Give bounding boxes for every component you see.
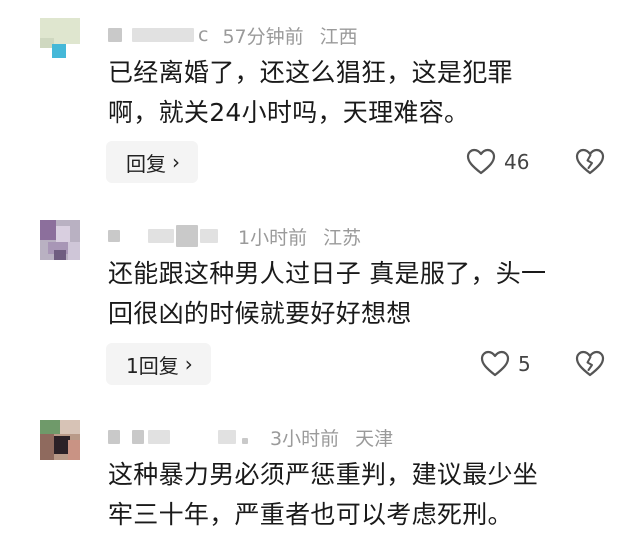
chevron-right-icon: › — [184, 352, 193, 376]
comment-time: 3小时前 — [270, 427, 340, 450]
username-blur — [132, 430, 144, 444]
username-blur — [148, 430, 170, 444]
comment-location: 江苏 — [323, 226, 362, 249]
username-blur — [176, 225, 198, 247]
like-button[interactable]: 46 — [466, 148, 529, 176]
like-count: 5 — [518, 352, 531, 376]
heart-outline-icon — [466, 148, 496, 175]
comment-meta: c 57分钟前 江西 — [108, 21, 358, 49]
reply-label: 回复 — [126, 151, 166, 176]
comment-text: 这种暴力男必须严惩重判，建议最少坐 牢三十年，严重者也可以考虑死刑。 — [108, 455, 618, 535]
comment-location: 江西 — [319, 25, 358, 48]
username-blur — [242, 438, 248, 444]
comment-text-line: 这种暴力男必须严惩重判，建议最少坐 — [108, 460, 539, 489]
heart-outline-icon — [480, 350, 510, 377]
comment-text-line: 回很凶的时候就要好好想想 — [108, 299, 412, 328]
username-blur — [132, 28, 194, 42]
username-blur — [108, 430, 120, 444]
comment-time: 1小时前 — [238, 226, 308, 249]
dislike-button[interactable] — [575, 350, 605, 382]
username-suffix: c — [198, 24, 209, 46]
comment-item: 3小时前 天津 这种暴力男必须严惩重判，建议最少坐 牢三十年，严重者也可以考虑死… — [0, 400, 640, 536]
broken-heart-icon — [575, 350, 605, 377]
avatar[interactable] — [40, 18, 80, 58]
comment-location: 天津 — [355, 427, 394, 450]
broken-heart-icon — [575, 148, 605, 175]
chevron-right-icon: › — [172, 150, 180, 174]
comment-text-line: 已经离婚了，还这么猖狂，这是犯罪 — [108, 58, 513, 87]
comment-text-line: 啊，就关24小时吗，天理难容。 — [108, 98, 470, 127]
username-blur — [148, 229, 174, 243]
username-blur — [108, 28, 122, 42]
comment-meta: 1小时前 江苏 — [108, 222, 361, 250]
reply-label: 1回复 — [126, 353, 179, 378]
reply-button[interactable]: 1回复 › — [106, 343, 211, 385]
comment-meta: 3小时前 天津 — [108, 423, 393, 451]
username-blur — [200, 229, 218, 243]
comment-item: c 57分钟前 江西 已经离婚了，还这么猖狂，这是犯罪 啊，就关24小时吗，天理… — [0, 0, 640, 200]
username-blur — [218, 430, 236, 444]
comment-text: 已经离婚了，还这么猖狂，这是犯罪 啊，就关24小时吗，天理难容。 — [108, 53, 618, 133]
comment-text-line: 牢三十年，严重者也可以考虑死刑。 — [108, 500, 513, 529]
reply-button[interactable]: 回复 › — [106, 141, 198, 183]
avatar[interactable] — [40, 420, 80, 460]
like-count: 46 — [504, 150, 530, 174]
comment-time: 57分钟前 — [222, 25, 304, 48]
avatar[interactable] — [40, 220, 80, 260]
comment-text-line: 还能跟这种男人过日子 真是服了，头一 — [108, 259, 547, 288]
like-button[interactable]: 5 — [480, 350, 531, 378]
username-blur — [108, 230, 120, 242]
comment-text: 还能跟这种男人过日子 真是服了，头一 回很凶的时候就要好好想想 — [108, 254, 618, 334]
dislike-button[interactable] — [575, 148, 605, 180]
comment-item: 1小时前 江苏 还能跟这种男人过日子 真是服了，头一 回很凶的时候就要好好想想 … — [0, 200, 640, 400]
